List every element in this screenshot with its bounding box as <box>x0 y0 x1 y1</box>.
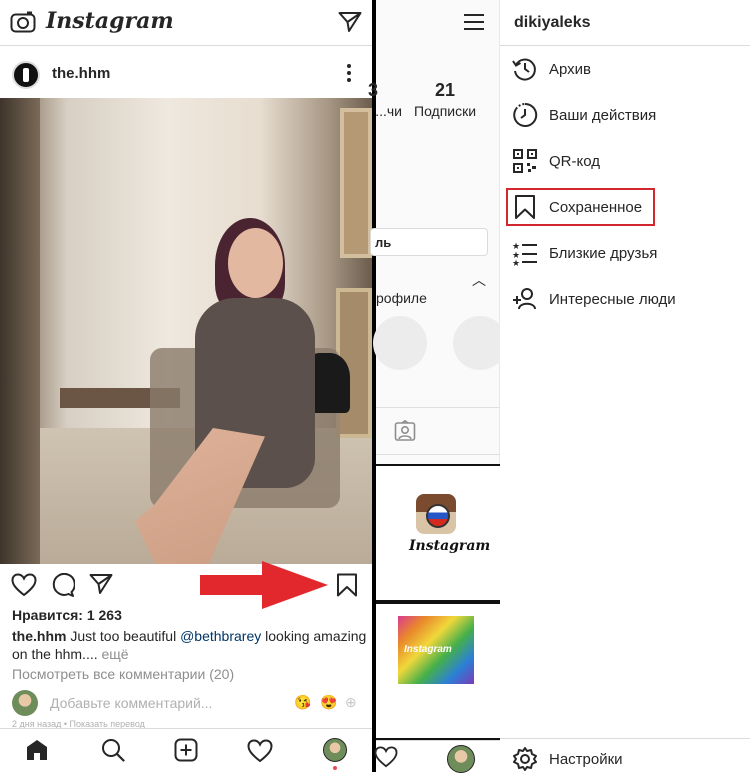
profile-notification-dot <box>333 766 337 770</box>
menu-item-label: Близкие друзья <box>549 245 658 262</box>
add-post-icon[interactable] <box>174 738 198 762</box>
archive-icon <box>512 58 536 81</box>
menu-item-close-friends[interactable]: ★ ★ ★ Близкие друзья <box>512 234 742 274</box>
add-comment-input[interactable]: Добавьте комментарий... <box>50 695 212 711</box>
saved-highlight-box <box>506 188 655 226</box>
search-icon[interactable] <box>101 738 125 762</box>
following-label[interactable]: Подписки <box>414 103 476 119</box>
suggestion-circle[interactable] <box>453 316 507 370</box>
menu-item-label: Архив <box>549 61 592 78</box>
menu-item-archive[interactable]: Архив <box>512 50 742 90</box>
menu-item-label: QR-код <box>549 153 600 170</box>
comment-icon[interactable] <box>51 573 75 597</box>
close-friends-icon: ★ ★ ★ <box>512 242 537 266</box>
heart-eyes-emoji-reaction[interactable]: 😍 <box>320 694 337 711</box>
svg-text:★: ★ <box>512 259 520 266</box>
menu-username: dikiyaleks <box>514 14 591 31</box>
qr-code-icon <box>513 149 537 173</box>
grid-post[interactable]: Instagram <box>376 602 500 740</box>
activity-heart-icon[interactable] <box>247 739 273 763</box>
caption-mention[interactable]: @bethbrarey <box>180 628 261 644</box>
caption-more-link[interactable]: ещё <box>98 646 128 662</box>
gear-icon <box>513 747 537 771</box>
post-author-avatar[interactable] <box>12 61 40 89</box>
edit-profile-button[interactable]: ль <box>370 228 488 256</box>
activity-clock-icon <box>513 102 538 127</box>
app-logo: Instagram <box>46 8 174 34</box>
share-icon[interactable] <box>89 573 113 595</box>
followers-label: чи... <box>376 103 402 119</box>
add-person-icon <box>513 288 536 310</box>
settings-button[interactable]: Настройки <box>512 744 742 772</box>
direct-message-icon[interactable] <box>338 11 362 33</box>
menu-item-discover-people[interactable]: Интересные люди <box>512 280 742 320</box>
annotation-arrow <box>200 561 328 609</box>
menu-item-qr-code[interactable]: QR-код <box>512 142 742 182</box>
menu-item-label: Интересные люди <box>549 291 676 308</box>
more-options-icon[interactable] <box>345 62 353 84</box>
suggestion-circle[interactable] <box>373 316 427 370</box>
post-author-username[interactable]: the.hhm <box>52 65 110 82</box>
activity-heart-icon[interactable] <box>374 746 398 768</box>
caption-text: Just too beautiful <box>66 628 181 644</box>
settings-label: Настройки <box>549 751 623 768</box>
caption-username[interactable]: the.hhm <box>12 628 66 644</box>
hamburger-menu-icon[interactable] <box>463 13 485 31</box>
grid-post[interactable]: Instagram <box>376 464 500 602</box>
post-photo[interactable] <box>0 98 372 564</box>
kiss-emoji-reaction[interactable]: 😘 <box>294 694 311 711</box>
bookmark-icon[interactable] <box>336 573 358 597</box>
heart-icon[interactable] <box>11 573 37 597</box>
current-user-avatar <box>12 690 38 716</box>
post-caption: the.hhm Just too beautiful @bethbrarey l… <box>12 627 367 663</box>
divider <box>500 738 750 739</box>
menu-item-your-activity[interactable]: Ваши действия <box>512 96 742 136</box>
discover-people-text: рофиле <box>376 290 427 306</box>
likes-count[interactable]: Нравится: 1 263 <box>12 607 122 623</box>
followers-count[interactable]: 3 <box>368 80 378 101</box>
following-count[interactable]: 21 <box>435 80 455 101</box>
divider <box>500 45 750 46</box>
home-icon[interactable] <box>26 739 48 761</box>
add-reaction-icon[interactable]: ⊕ <box>345 694 357 711</box>
tagged-tab-icon[interactable] <box>394 420 416 442</box>
chevron-up-icon[interactable]: ︿ <box>472 270 486 290</box>
profile-tab-avatar[interactable] <box>323 738 347 762</box>
camera-icon[interactable] <box>10 10 36 34</box>
view-all-comments-link[interactable]: Посмотреть все комментарии (20) <box>12 666 234 682</box>
profile-tab-avatar[interactable] <box>447 745 475 773</box>
tile-logo-text: Instagram <box>409 538 491 554</box>
menu-item-label: Ваши действия <box>549 107 657 124</box>
